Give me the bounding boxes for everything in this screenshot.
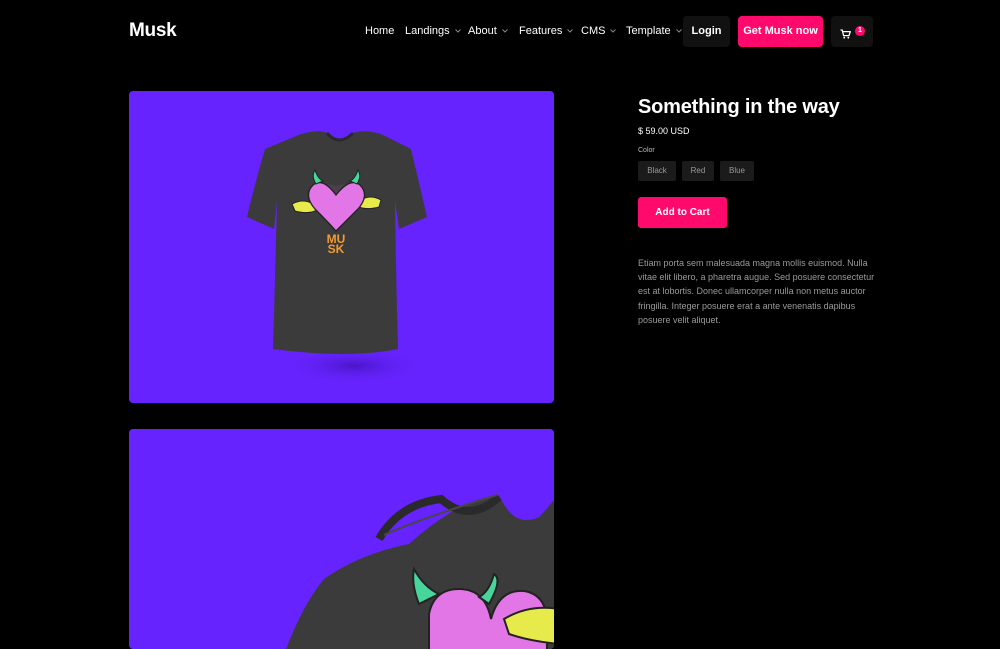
- product-price: $ 59.00 USD: [638, 126, 690, 136]
- product-title: Something in the way: [638, 96, 840, 118]
- color-option-blue[interactable]: Blue: [720, 161, 754, 181]
- nav-item-cms[interactable]: CMS: [581, 16, 617, 47]
- chevron-down-icon: [675, 29, 682, 33]
- cart-count-badge: 1: [855, 26, 865, 36]
- chevron-down-icon: [567, 29, 574, 33]
- nav-item-label: Home: [365, 25, 395, 37]
- nav-item-label: Landings: [405, 25, 450, 37]
- color-option-red[interactable]: Red: [682, 161, 714, 181]
- product-image-closeup[interactable]: [129, 429, 554, 649]
- login-button[interactable]: Login: [683, 16, 730, 47]
- chevron-down-icon: [610, 29, 617, 33]
- nav-item-label: CMS: [581, 25, 606, 37]
- product-image-front[interactable]: MU SK: [129, 91, 554, 403]
- svg-text:SK: SK: [328, 242, 345, 256]
- nav-item-template[interactable]: Template: [626, 16, 682, 47]
- nav-item-label: Features: [519, 25, 563, 37]
- nav-item-label: Template: [626, 25, 671, 37]
- cart-button[interactable]: 1: [831, 16, 873, 47]
- tshirt-closeup-illustration: [286, 493, 554, 649]
- nav-item-landings[interactable]: Landings: [405, 16, 461, 47]
- tshirt-illustration: MU SK: [247, 131, 427, 384]
- color-label: Color: [638, 147, 655, 154]
- get-musk-button[interactable]: Get Musk now: [738, 16, 823, 47]
- nav-item-features[interactable]: Features: [519, 16, 574, 47]
- chevron-down-icon: [454, 29, 461, 33]
- chevron-down-icon: [501, 29, 508, 33]
- nav-item-label: About: [468, 25, 497, 37]
- add-to-cart-button[interactable]: Add to Cart: [638, 197, 727, 228]
- color-option-black[interactable]: Black: [638, 161, 676, 181]
- product-description: Etiam porta sem malesuada magna mollis e…: [638, 258, 875, 325]
- cart-icon: [840, 26, 851, 44]
- nav-item-home[interactable]: Home: [365, 16, 394, 47]
- nav-item-about[interactable]: About: [468, 16, 508, 47]
